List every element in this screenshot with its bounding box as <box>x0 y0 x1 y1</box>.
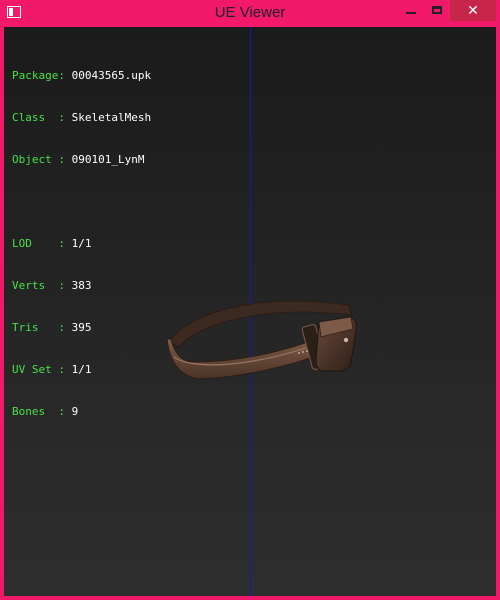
close-button[interactable]: ✕ <box>450 0 496 21</box>
info-package: Package: 00043565.upk <box>12 69 151 83</box>
info-object: Object : 090101_LynM <box>12 153 151 167</box>
info-label: UV Set : <box>12 363 65 376</box>
info-label: Tris : <box>12 321 65 334</box>
info-lod: LOD : 1/1 <box>12 237 151 251</box>
info-value: 1/1 <box>71 237 92 250</box>
minimize-icon <box>406 12 416 14</box>
info-label: Bones : <box>12 405 65 418</box>
info-bones: Bones : 9 <box>12 405 151 419</box>
info-verts: Verts : 383 <box>12 279 151 293</box>
info-value: 395 <box>71 321 92 334</box>
info-class: Class : SkeletalMesh <box>12 111 151 125</box>
info-label: Package: <box>12 69 65 82</box>
info-label: LOD : <box>12 237 65 250</box>
app-window: UE Viewer ✕ Package: 00043565.upk Class … <box>0 0 500 600</box>
info-label: Object : <box>12 153 65 166</box>
info-value: 1/1 <box>71 363 92 376</box>
close-icon: ✕ <box>467 3 479 19</box>
info-tris: Tris : 395 <box>12 321 151 335</box>
info-value: 00043565.upk <box>71 69 152 82</box>
info-value: 383 <box>71 279 92 292</box>
info-label: Class : <box>12 111 65 124</box>
info-label: Verts : <box>12 279 65 292</box>
minimize-button[interactable] <box>398 0 424 22</box>
info-value: 090101_LynM <box>71 153 145 166</box>
skeletal-mesh-belt[interactable] <box>159 267 369 387</box>
info-value: SkeletalMesh <box>71 111 152 124</box>
info-uvset: UV Set : 1/1 <box>12 363 151 377</box>
info-value: 9 <box>71 405 79 418</box>
maximize-icon <box>432 6 442 14</box>
maximize-button[interactable] <box>424 0 450 22</box>
3d-viewport[interactable]: Package: 00043565.upk Class : SkeletalMe… <box>4 27 496 596</box>
title-bar[interactable]: UE Viewer ✕ <box>0 0 500 27</box>
mesh-info-overlay: Package: 00043565.upk Class : SkeletalMe… <box>12 41 151 447</box>
